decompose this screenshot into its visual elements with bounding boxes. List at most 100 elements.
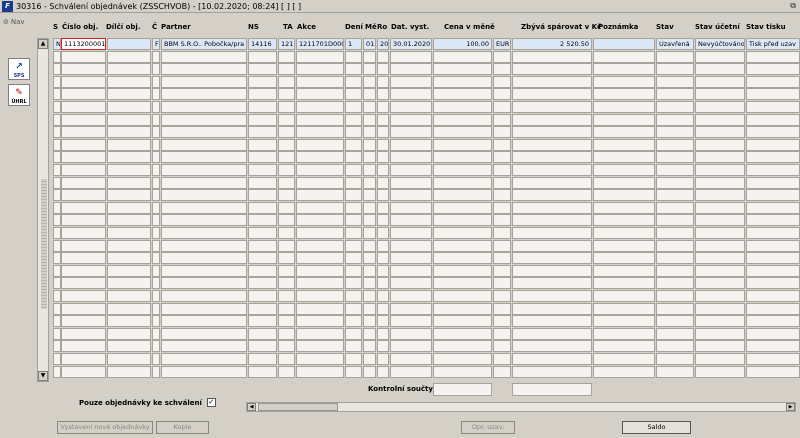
table-cell[interactable] [248, 264, 277, 277]
table-cell[interactable] [746, 365, 800, 378]
table-cell[interactable] [161, 88, 247, 101]
table-cell[interactable] [512, 63, 592, 76]
table-cell[interactable] [656, 88, 694, 101]
table-cell[interactable] [433, 365, 492, 378]
table-cell[interactable] [278, 63, 295, 76]
table-cell[interactable] [512, 189, 592, 202]
column-header[interactable]: Stav účetní [695, 23, 740, 31]
table-cell[interactable] [296, 138, 344, 151]
table-cell[interactable] [61, 214, 106, 227]
table-cell[interactable] [363, 264, 376, 277]
table-cell[interactable] [656, 315, 694, 328]
table-cell[interactable] [363, 50, 376, 63]
table-cell[interactable] [656, 214, 694, 227]
table-cell[interactable] [152, 50, 160, 63]
table-cell[interactable] [345, 214, 362, 227]
table-cell[interactable] [248, 126, 277, 139]
table-cell[interactable] [377, 201, 389, 214]
table-cell[interactable] [377, 315, 389, 328]
table-cell[interactable] [107, 252, 151, 265]
table-row[interactable] [51, 126, 800, 139]
table-cell[interactable] [363, 365, 376, 378]
table-cell[interactable] [363, 176, 376, 189]
table-cell[interactable] [695, 340, 745, 353]
table-row[interactable]: N 1113200001 F BBM S.R.O.. Pobočka/pra 14116… [51, 38, 800, 50]
table-cell[interactable] [695, 315, 745, 328]
table-cell[interactable] [746, 75, 800, 88]
table-cell[interactable] [377, 113, 389, 126]
table-cell[interactable] [53, 113, 61, 126]
table-cell[interactable] [656, 189, 694, 202]
table-cell[interactable] [695, 239, 745, 252]
table-row[interactable] [51, 50, 800, 63]
table-cell[interactable] [746, 176, 800, 189]
table-cell[interactable] [296, 302, 344, 315]
table-cell[interactable] [493, 151, 511, 164]
table-cell[interactable] [161, 151, 247, 164]
table-cell[interactable] [433, 101, 492, 113]
table-cell[interactable] [248, 227, 277, 239]
table-cell[interactable] [278, 176, 295, 189]
table-cell[interactable] [746, 201, 800, 214]
table-cell[interactable] [390, 214, 432, 227]
table-cell[interactable]: 1211701D000 [296, 38, 344, 50]
table-cell[interactable] [61, 239, 106, 252]
table-cell[interactable] [695, 63, 745, 76]
table-cell[interactable] [695, 277, 745, 290]
table-cell[interactable] [493, 353, 511, 365]
table-cell[interactable] [296, 201, 344, 214]
table-cell[interactable] [746, 151, 800, 164]
table-cell[interactable] [512, 75, 592, 88]
table-cell[interactable] [390, 164, 432, 176]
table-cell[interactable] [512, 164, 592, 176]
table-cell[interactable] [363, 277, 376, 290]
table-cell[interactable] [656, 101, 694, 113]
table-cell[interactable] [493, 315, 511, 328]
table-cell[interactable] [493, 252, 511, 265]
table-cell[interactable] [345, 176, 362, 189]
table-cell[interactable] [161, 277, 247, 290]
table-cell[interactable] [296, 365, 344, 378]
table-cell[interactable] [746, 264, 800, 277]
table-cell[interactable] [377, 252, 389, 265]
table-cell[interactable] [152, 88, 160, 101]
table-cell[interactable] [278, 302, 295, 315]
table-cell[interactable] [377, 365, 389, 378]
table-cell[interactable] [345, 126, 362, 139]
table-cell[interactable] [278, 138, 295, 151]
table-cell[interactable] [296, 126, 344, 139]
table-cell[interactable] [390, 201, 432, 214]
table-cell[interactable] [377, 75, 389, 88]
table-cell[interactable] [493, 176, 511, 189]
table-cell[interactable] [390, 327, 432, 340]
table-cell[interactable] [278, 113, 295, 126]
table-cell[interactable] [746, 302, 800, 315]
table-cell[interactable] [433, 302, 492, 315]
table-cell[interactable] [161, 353, 247, 365]
table-cell[interactable]: 121 [278, 38, 295, 50]
table-cell[interactable] [363, 189, 376, 202]
table-cell[interactable] [433, 227, 492, 239]
table-cell[interactable] [61, 189, 106, 202]
column-header[interactable]: Dení [345, 23, 363, 31]
table-cell[interactable] [345, 151, 362, 164]
table-cell[interactable] [433, 138, 492, 151]
table-cell[interactable] [161, 340, 247, 353]
correction-close-button[interactable]: Opr. uzav. [461, 421, 515, 434]
table-cell[interactable] [61, 101, 106, 113]
table-cell[interactable] [152, 126, 160, 139]
vertical-scrollbar[interactable]: ▲ ▼ [37, 38, 49, 382]
table-cell[interactable] [512, 138, 592, 151]
table-cell[interactable] [493, 50, 511, 63]
column-header[interactable]: Mě [365, 23, 377, 31]
table-cell[interactable]: 20 [377, 38, 389, 50]
column-header[interactable]: Dílčí obj. [106, 23, 140, 31]
table-cell[interactable] [53, 126, 61, 139]
table-cell[interactable] [363, 340, 376, 353]
table-row[interactable] [51, 277, 800, 290]
table-cell[interactable] [152, 302, 160, 315]
table-cell[interactable] [296, 151, 344, 164]
table-cell[interactable] [61, 353, 106, 365]
table-cell[interactable] [345, 252, 362, 265]
table-cell[interactable] [61, 290, 106, 302]
